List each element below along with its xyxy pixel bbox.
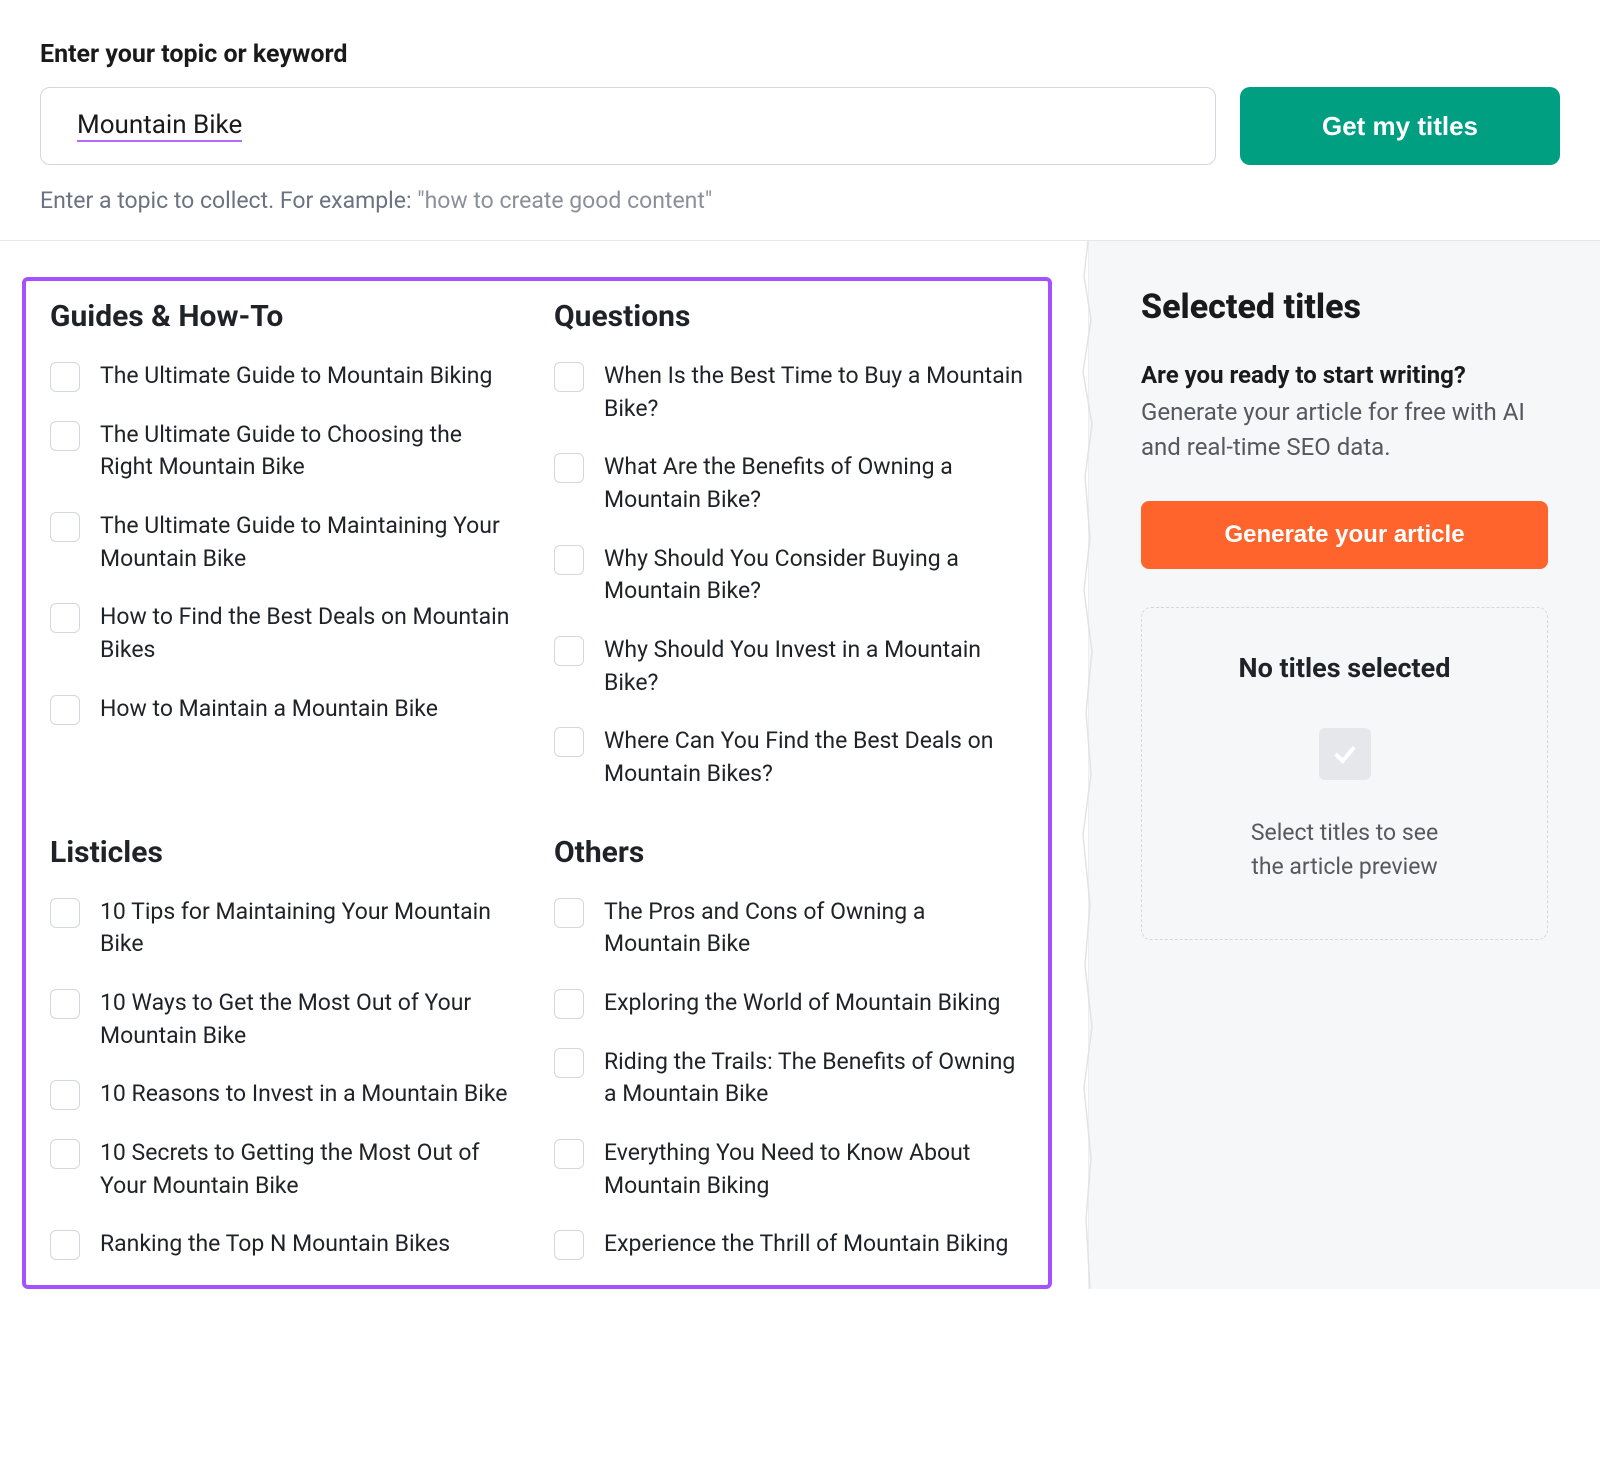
category-heading: Listicles <box>50 835 520 870</box>
ready-heading: Are you ready to start writing? <box>1141 361 1548 389</box>
main-split: Guides & How-To The Ultimate Guide to Mou… <box>0 241 1600 1289</box>
title-text: When Is the Best Time to Buy a Mountain … <box>604 360 1024 425</box>
get-titles-button[interactable]: Get my titles <box>1240 87 1560 165</box>
title-text: The Pros and Cons of Owning a Mountain B… <box>604 896 1024 961</box>
title-row: Exploring the World of Mountain Biking <box>554 987 1024 1020</box>
title-list: When Is the Best Time to Buy a Mountain … <box>554 360 1024 791</box>
title-row: 10 Tips for Maintaining Your Mountain Bi… <box>50 896 520 961</box>
title-row: Ranking the Top N Mountain Bikes <box>50 1228 520 1261</box>
category-block: Guides & How-To The Ultimate Guide to Mou… <box>50 299 520 791</box>
title-text: 10 Reasons to Invest in a Mountain Bike <box>100 1078 507 1111</box>
title-checkbox[interactable] <box>554 989 584 1019</box>
empty-selection-card: No titles selected Select titles to see … <box>1141 607 1548 940</box>
title-text: The Ultimate Guide to Maintaining Your M… <box>100 510 520 575</box>
title-list: 10 Tips for Maintaining Your Mountain Bi… <box>50 896 520 1261</box>
title-row: The Ultimate Guide to Choosing the Right… <box>50 419 520 484</box>
title-row: How to Find the Best Deals on Mountain B… <box>50 601 520 666</box>
title-checkbox[interactable] <box>50 1080 80 1110</box>
title-list: The Ultimate Guide to Mountain Biking The… <box>50 360 520 725</box>
title-text: Experience the Thrill of Mountain Biking <box>604 1228 1008 1261</box>
search-hint-prefix: Enter a topic to collect. For example: <box>40 187 417 214</box>
title-checkbox[interactable] <box>554 453 584 483</box>
keyword-input[interactable]: Mountain Bike <box>40 87 1216 165</box>
title-checkbox[interactable] <box>50 512 80 542</box>
title-checkbox[interactable] <box>554 1048 584 1078</box>
title-checkbox[interactable] <box>554 727 584 757</box>
title-text: Everything You Need to Know About Mounta… <box>604 1137 1024 1202</box>
title-row: When Is the Best Time to Buy a Mountain … <box>554 360 1024 425</box>
title-row: How to Maintain a Mountain Bike <box>50 693 520 726</box>
title-row: Everything You Need to Know About Mounta… <box>554 1137 1024 1202</box>
title-row: Why Should You Invest in a Mountain Bike… <box>554 634 1024 699</box>
title-row: Why Should You Consider Buying a Mountai… <box>554 543 1024 608</box>
title-text: How to Find the Best Deals on Mountain B… <box>100 601 520 666</box>
search-row: Mountain Bike Get my titles <box>40 87 1560 165</box>
title-list: The Pros and Cons of Owning a Mountain B… <box>554 896 1024 1261</box>
title-checkbox[interactable] <box>50 695 80 725</box>
title-text: The Ultimate Guide to Choosing the Right… <box>100 419 520 484</box>
empty-title: No titles selected <box>1162 652 1527 684</box>
title-checkbox[interactable] <box>50 421 80 451</box>
title-text: Why Should You Consider Buying a Mountai… <box>604 543 1024 608</box>
title-row: What Are the Benefits of Owning a Mounta… <box>554 451 1024 516</box>
title-checkbox[interactable] <box>554 898 584 928</box>
title-checkbox[interactable] <box>554 545 584 575</box>
title-row: Where Can You Find the Best Deals on Mou… <box>554 725 1024 790</box>
title-text: Exploring the World of Mountain Biking <box>604 987 1000 1020</box>
title-checkbox[interactable] <box>50 1230 80 1260</box>
title-checkbox[interactable] <box>554 1230 584 1260</box>
category-block: Listicles 10 Tips for Maintaining Your Mo… <box>50 835 520 1261</box>
title-text: 10 Tips for Maintaining Your Mountain Bi… <box>100 896 520 961</box>
title-text: Riding the Trails: The Benefits of Ownin… <box>604 1046 1024 1111</box>
results-grid: Guides & How-To The Ultimate Guide to Mou… <box>50 299 1024 1261</box>
title-text: 10 Secrets to Getting the Most Out of Yo… <box>100 1137 520 1202</box>
title-checkbox[interactable] <box>50 603 80 633</box>
title-row: The Pros and Cons of Owning a Mountain B… <box>554 896 1024 961</box>
results-column: Guides & How-To The Ultimate Guide to Mou… <box>0 241 1088 1289</box>
checkmark-icon <box>1319 728 1371 780</box>
title-checkbox[interactable] <box>50 362 80 392</box>
title-checkbox[interactable] <box>50 989 80 1019</box>
title-checkbox[interactable] <box>554 636 584 666</box>
title-row: The Ultimate Guide to Maintaining Your M… <box>50 510 520 575</box>
category-heading: Questions <box>554 299 1024 334</box>
selected-titles-heading: Selected titles <box>1141 287 1548 327</box>
category-block: Questions When Is the Best Time to Buy a … <box>554 299 1024 791</box>
title-row: 10 Reasons to Invest in a Mountain Bike <box>50 1078 520 1111</box>
search-hint-example: "how to create good content" <box>417 187 712 214</box>
title-checkbox[interactable] <box>50 1139 80 1169</box>
title-row: Riding the Trails: The Benefits of Ownin… <box>554 1046 1024 1111</box>
title-text: The Ultimate Guide to Mountain Biking <box>100 360 492 393</box>
title-checkbox[interactable] <box>50 898 80 928</box>
sidebar: Selected titles Are you ready to start w… <box>1088 241 1600 1289</box>
search-label: Enter your topic or keyword <box>40 40 1560 69</box>
title-checkbox[interactable] <box>554 362 584 392</box>
title-row: 10 Ways to Get the Most Out of Your Moun… <box>50 987 520 1052</box>
title-text: Where Can You Find the Best Deals on Mou… <box>604 725 1024 790</box>
category-heading: Others <box>554 835 1024 870</box>
empty-sub: Select titles to see the article preview <box>1162 816 1527 885</box>
title-row: 10 Secrets to Getting the Most Out of Yo… <box>50 1137 520 1202</box>
title-text: What Are the Benefits of Owning a Mounta… <box>604 451 1024 516</box>
ready-sub: Generate your article for free with AI a… <box>1141 395 1548 465</box>
title-text: 10 Ways to Get the Most Out of Your Moun… <box>100 987 520 1052</box>
search-hint: Enter a topic to collect. For example: "… <box>40 187 1560 214</box>
generate-article-button[interactable]: Generate your article <box>1141 501 1548 569</box>
title-text: Why Should You Invest in a Mountain Bike… <box>604 634 1024 699</box>
title-text: Ranking the Top N Mountain Bikes <box>100 1228 450 1261</box>
search-section: Enter your topic or keyword Mountain Bik… <box>0 0 1600 241</box>
title-row: Experience the Thrill of Mountain Biking <box>554 1228 1024 1261</box>
title-row: The Ultimate Guide to Mountain Biking <box>50 360 520 393</box>
category-block: Others The Pros and Cons of Owning a Moun… <box>554 835 1024 1261</box>
results-highlight-box: Guides & How-To The Ultimate Guide to Mou… <box>22 277 1052 1289</box>
keyword-value: Mountain Bike <box>77 110 242 142</box>
category-heading: Guides & How-To <box>50 299 520 334</box>
title-checkbox[interactable] <box>554 1139 584 1169</box>
title-text: How to Maintain a Mountain Bike <box>100 693 438 726</box>
